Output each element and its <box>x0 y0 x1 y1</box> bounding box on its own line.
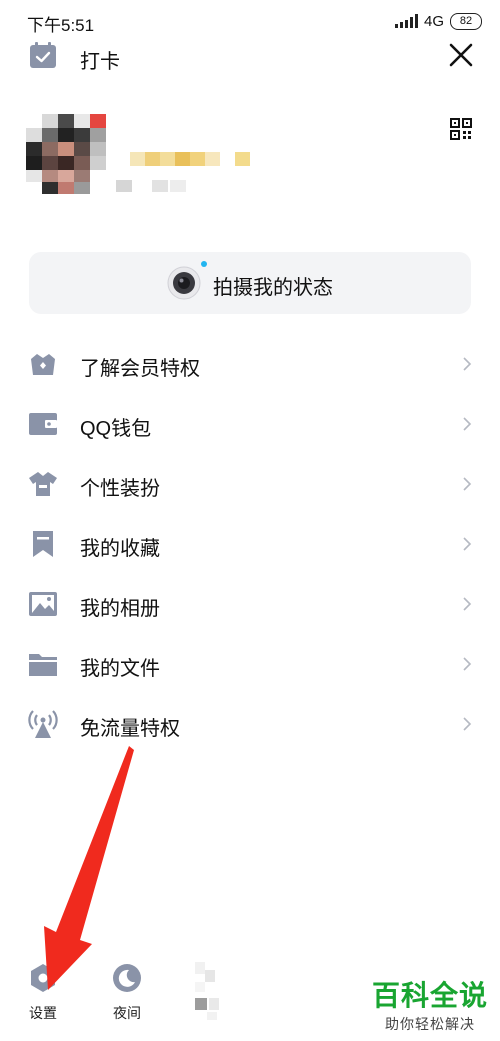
chevron-right-icon <box>463 717 472 731</box>
chevron-right-icon <box>463 357 472 371</box>
crown-icon <box>31 354 55 375</box>
wallet-icon <box>29 413 57 435</box>
menu-item-wallet[interactable]: QQ钱包 <box>0 394 500 454</box>
camera-icon <box>167 266 201 300</box>
menu-item-files[interactable]: 我的文件 <box>0 634 500 694</box>
menu-item-vip[interactable]: 了解会员特权 <box>0 334 500 394</box>
shirt-icon <box>29 472 57 496</box>
drawer-menu: 了解会员特权 QQ钱包 个性装扮 我的收藏 我的相册 我的文件 免流量特权 <box>0 334 500 754</box>
menu-item-favorites[interactable]: 我的收藏 <box>0 514 500 574</box>
menu-item-label: 个性装扮 <box>80 478 160 500</box>
menu-item-label: 我的相册 <box>80 598 160 620</box>
chevron-right-icon <box>463 537 472 551</box>
watermark-logo: 百科全说 助你轻松解决 <box>370 980 490 1035</box>
battery-level: 82 <box>459 14 473 27</box>
watermark-subtitle: 助你轻松解决 <box>385 1016 475 1032</box>
capture-status-label: 拍摄我的状态 <box>213 277 333 299</box>
menu-item-theme[interactable]: 个性装扮 <box>0 454 500 514</box>
menu-item-label: 了解会员特权 <box>80 358 200 380</box>
night-mode-button[interactable]: 夜间 <box>102 962 152 1022</box>
nickname-redacted <box>130 152 250 166</box>
signal-tower-icon <box>28 710 58 738</box>
moon-icon <box>113 964 141 992</box>
menu-item-label: 我的文件 <box>80 658 160 680</box>
status-indicators: 4G 82 <box>394 10 482 32</box>
signature-redacted <box>116 180 186 192</box>
menu-item-label: QQ钱包 <box>80 418 152 440</box>
status-time: 下午5:51 <box>27 16 95 35</box>
menu-item-label: 免流量特权 <box>80 718 180 740</box>
network-type: 4G <box>423 12 444 30</box>
signal-icon <box>394 14 418 28</box>
menu-item-label: 我的收藏 <box>80 538 160 560</box>
chevron-right-icon <box>463 657 472 671</box>
folder-icon <box>29 654 57 676</box>
battery-icon: 82 <box>450 12 482 30</box>
checkin-label[interactable]: 打卡 <box>80 45 120 74</box>
qr-code-icon[interactable] <box>450 118 472 140</box>
chevron-right-icon <box>463 477 472 491</box>
photo-icon <box>29 592 57 616</box>
calendar-check-icon[interactable] <box>28 40 58 70</box>
redacted-icon <box>195 962 219 1020</box>
settings-label: 设置 <box>29 1005 57 1021</box>
watermark-title: 百科全说 <box>371 980 488 1011</box>
close-icon[interactable] <box>446 40 476 70</box>
chevron-right-icon <box>463 597 472 611</box>
status-bar: 下午5:51 4G 82 <box>0 0 500 42</box>
capture-status-button[interactable]: 拍摄我的状态 <box>29 252 471 314</box>
night-mode-label: 夜间 <box>113 1005 141 1021</box>
chevron-right-icon <box>463 417 472 431</box>
settings-icon <box>31 964 55 992</box>
new-indicator-dot <box>201 261 207 267</box>
menu-item-free-data[interactable]: 免流量特权 <box>0 694 500 754</box>
avatar[interactable] <box>26 114 106 194</box>
menu-item-album[interactable]: 我的相册 <box>0 574 500 634</box>
bookmark-icon <box>33 531 53 557</box>
settings-button[interactable]: 设置 <box>18 962 68 1022</box>
